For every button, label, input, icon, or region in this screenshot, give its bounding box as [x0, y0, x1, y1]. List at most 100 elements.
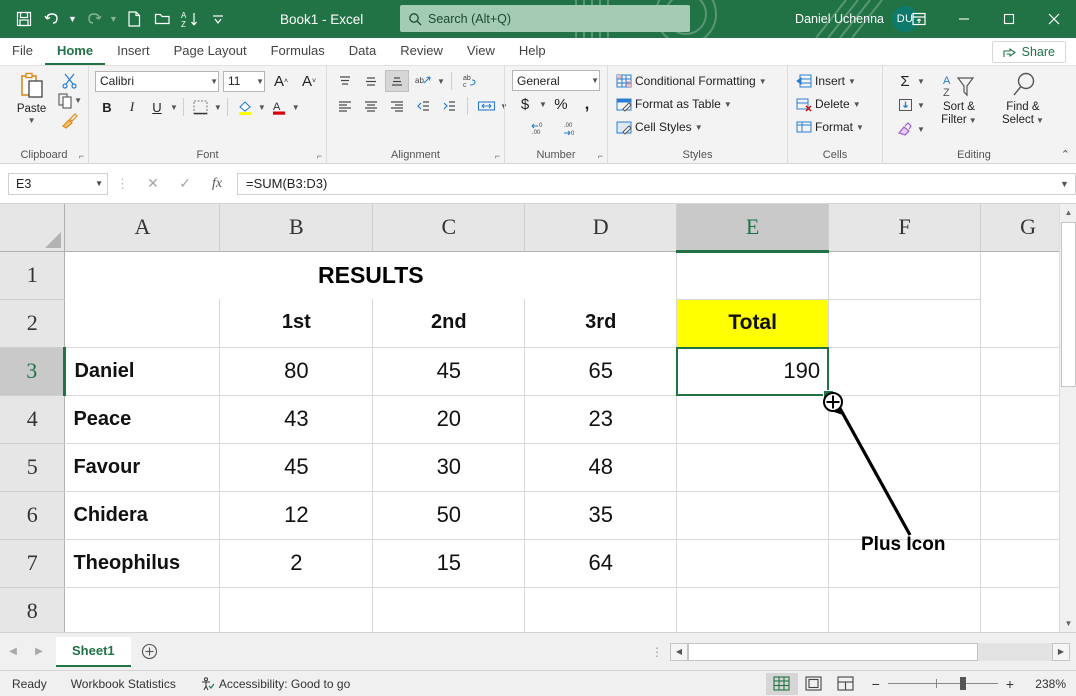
redo-dropdown-icon[interactable]: ▼ [107, 4, 120, 34]
vertical-scrollbar[interactable]: ▲ ▼ [1059, 204, 1076, 632]
share-button[interactable]: Share [992, 41, 1066, 63]
underline-button[interactable]: U [145, 96, 169, 118]
comma-format-icon[interactable]: , [575, 93, 599, 115]
horizontal-scroll-thumb[interactable] [688, 643, 978, 661]
number-format-select[interactable]: General ▼ [512, 70, 600, 91]
middle-align-icon[interactable] [359, 70, 383, 92]
column-header-b[interactable]: B [220, 204, 373, 251]
tab-page-layout[interactable]: Page Layout [162, 38, 259, 65]
cell-c6[interactable]: 50 [373, 491, 525, 539]
format-as-table-button[interactable]: Format as Table ▼ [614, 93, 734, 115]
format-cells-button[interactable]: Format ▼ [794, 116, 866, 138]
cell-d4[interactable]: 23 [525, 395, 677, 443]
delete-cells-dropdown-icon[interactable]: ▼ [853, 100, 861, 109]
accounting-dropdown-icon[interactable]: ▼ [539, 100, 547, 109]
cell-a8[interactable] [65, 587, 220, 632]
previous-sheet-icon[interactable]: ◀ [0, 633, 26, 671]
tab-home[interactable]: Home [45, 38, 105, 65]
accounting-format-icon[interactable]: $ [513, 93, 537, 115]
accessibility-button[interactable]: Accessibility: Good to go [188, 677, 362, 691]
page-layout-view-button[interactable] [798, 673, 830, 695]
shrink-font-icon[interactable]: A˅ [297, 70, 321, 92]
vertical-scroll-thumb[interactable] [1061, 222, 1076, 387]
cell-d3[interactable]: 65 [525, 347, 677, 395]
conditional-formatting-dropdown-icon[interactable]: ▼ [759, 77, 767, 86]
increase-decimal-icon[interactable]: 0 .00 [528, 117, 552, 139]
cell-d7[interactable]: 64 [525, 539, 677, 587]
grow-font-icon[interactable]: A˄ [269, 70, 293, 92]
find-select-button[interactable]: Find & Select ▼ [993, 70, 1053, 126]
row-header-1[interactable]: 1 [0, 251, 65, 299]
cell-a1-merged[interactable]: RESULTS [65, 251, 677, 299]
cell-e8[interactable] [677, 587, 829, 632]
font-name-select[interactable]: Calibri ▼ [95, 71, 219, 92]
delete-cells-button[interactable]: Delete ▼ [794, 93, 863, 115]
insert-cells-dropdown-icon[interactable]: ▼ [848, 77, 856, 86]
cell-b5[interactable]: 45 [220, 443, 373, 491]
cell-e7[interactable] [677, 539, 829, 587]
format-painter-icon[interactable] [57, 111, 82, 130]
horizontal-scrollbar[interactable]: ◀ ▶ [670, 642, 1070, 662]
cell-b7[interactable]: 2 [220, 539, 373, 587]
sort-filter-dropdown-icon[interactable]: ▼ [969, 116, 977, 125]
close-button[interactable] [1031, 0, 1076, 38]
undo-dropdown-icon[interactable]: ▼ [66, 4, 79, 34]
merge-center-icon[interactable] [474, 95, 498, 117]
zoom-in-button[interactable]: + [1006, 676, 1014, 692]
cut-icon[interactable] [57, 71, 82, 90]
align-right-icon[interactable] [385, 95, 409, 117]
clipboard-dialog-launcher[interactable]: ⌐ [79, 149, 84, 163]
conditional-formatting-button[interactable]: Conditional Formatting ▼ [614, 70, 769, 92]
column-header-a[interactable]: A [65, 204, 220, 251]
cell-b2[interactable]: 1st [220, 299, 373, 347]
expand-formula-bar-icon[interactable]: ▼ [1054, 173, 1076, 195]
cancel-formula-icon[interactable]: ✕ [137, 172, 169, 196]
page-break-preview-button[interactable] [830, 673, 862, 695]
format-cells-dropdown-icon[interactable]: ▼ [856, 123, 864, 132]
cell-e2[interactable]: Total [677, 299, 829, 347]
wrap-text-icon[interactable]: ab c [458, 70, 482, 92]
normal-view-button[interactable] [766, 673, 798, 695]
cell-d8[interactable] [525, 587, 677, 632]
horizontal-scroll-track[interactable] [688, 643, 1052, 661]
select-all-corner[interactable] [0, 204, 65, 251]
cell-c2[interactable]: 2nd [373, 299, 525, 347]
copy-icon[interactable] [57, 91, 74, 110]
font-dialog-launcher[interactable]: ⌐ [317, 149, 322, 163]
cell-a2[interactable] [65, 299, 220, 347]
sheet-tab-splitter[interactable]: ⋮ [651, 645, 670, 659]
cell-b8[interactable] [220, 587, 373, 632]
center-align-icon[interactable] [359, 95, 383, 117]
minimize-button[interactable] [941, 0, 986, 38]
align-left-icon[interactable] [333, 95, 357, 117]
cell-styles-dropdown-icon[interactable]: ▼ [695, 123, 703, 132]
scroll-right-icon[interactable]: ▶ [1052, 643, 1070, 661]
fill-color-dropdown-icon[interactable]: ▼ [258, 103, 266, 112]
tab-data[interactable]: Data [337, 38, 388, 65]
font-color-dropdown-icon[interactable]: ▼ [292, 103, 300, 112]
underline-dropdown-icon[interactable]: ▼ [170, 103, 178, 112]
cell-c8[interactable] [373, 587, 525, 632]
cell-d6[interactable]: 35 [525, 491, 677, 539]
alignment-dialog-launcher[interactable]: ⌐ [495, 149, 500, 163]
name-box-dropdown-icon[interactable]: ▼ [95, 179, 103, 188]
redo-icon[interactable] [79, 4, 107, 34]
autosum-dropdown-icon[interactable]: ▼ [917, 77, 925, 86]
column-header-f[interactable]: F [829, 204, 981, 251]
fill-icon[interactable] [893, 94, 917, 116]
row-header-7[interactable]: 7 [0, 539, 65, 587]
font-color-icon[interactable]: A [267, 96, 291, 118]
cell-a7[interactable]: Theophilus [65, 539, 220, 587]
zoom-slider[interactable] [888, 683, 998, 684]
sheet-tab-sheet1[interactable]: Sheet1 [56, 637, 131, 667]
row-header-8[interactable]: 8 [0, 587, 65, 632]
fill-color-icon[interactable] [233, 96, 257, 118]
undo-icon[interactable] [38, 4, 66, 34]
sort-filter-button[interactable]: A Z Sort & Filter ▼ [929, 70, 989, 126]
row-header-2[interactable]: 2 [0, 299, 65, 347]
cell-e5[interactable] [677, 443, 829, 491]
copy-dropdown-icon[interactable]: ▼ [74, 96, 82, 105]
cell-c3[interactable]: 45 [373, 347, 525, 395]
cell-b6[interactable]: 12 [220, 491, 373, 539]
borders-icon[interactable] [189, 96, 213, 118]
